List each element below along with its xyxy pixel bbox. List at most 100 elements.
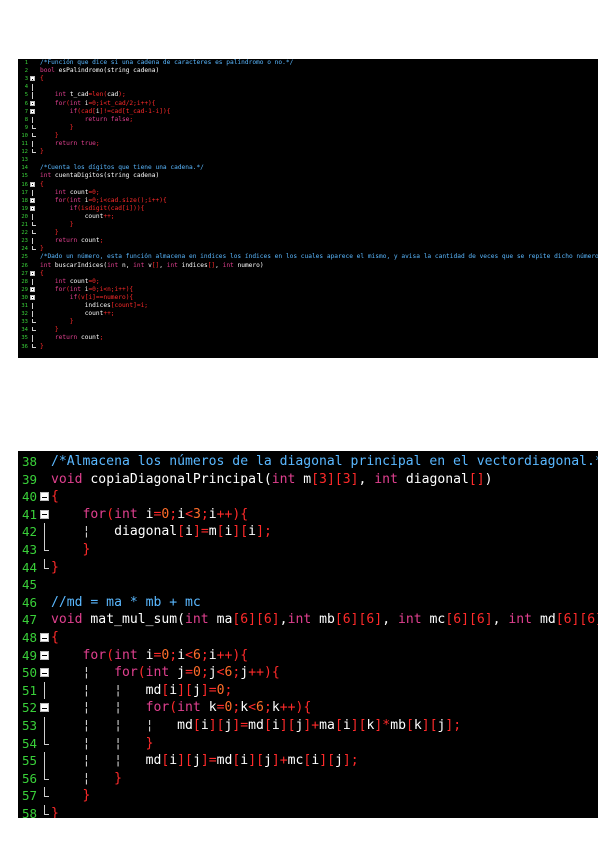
code-line[interactable]: 43 } <box>18 541 598 559</box>
code-line[interactable]: 23 return count; <box>18 238 598 245</box>
code-line[interactable]: 10 } <box>18 132 598 139</box>
code-line[interactable]: 27 { <box>18 270 598 277</box>
fold-toggle-icon[interactable] <box>40 509 49 519</box>
code-line[interactable]: 24} <box>18 246 598 253</box>
code-line[interactable]: 33 } <box>18 319 598 326</box>
code-line[interactable]: 36} <box>18 343 598 350</box>
fold-toggle-icon[interactable] <box>30 100 35 106</box>
code-line[interactable]: 49 for(int i=0;i<6;i++){ <box>18 647 598 665</box>
fold-toggle-icon[interactable] <box>40 650 49 660</box>
code-line[interactable]: 18 for(int i=0;i<cad.size();i++){ <box>18 196 598 204</box>
code-line[interactable]: 1 /*Función que dice si una cadena de car… <box>18 59 598 66</box>
code-line[interactable]: 6 for(int i=0;i<t_cad/2;i++){ <box>18 100 598 107</box>
code-line[interactable]: 21 } <box>18 221 598 228</box>
line-number: 53 <box>21 718 37 733</box>
code-editor-top[interactable]: 1 /*Función que dice si una cadena de car… <box>18 59 598 358</box>
code-line[interactable]: 38 /*Almacena los números de la diagonal … <box>18 453 598 471</box>
code-line[interactable]: 5 int t_cad=len(cad); <box>18 92 598 99</box>
code-line[interactable]: 3{ <box>18 76 598 83</box>
code-line[interactable]: 48 { <box>18 629 598 647</box>
code-token: j <box>192 753 201 769</box>
code-text: } <box>51 805 59 818</box>
code-token: k <box>240 700 249 716</box>
fold-toggle-icon[interactable] <box>30 108 35 114</box>
fold-toggle-icon[interactable] <box>40 703 49 713</box>
code-line[interactable]: 56 ¦ } <box>18 769 598 788</box>
code-line[interactable]: 19 if(isdigit(cad[i])){ <box>18 205 598 212</box>
code-token: ]= <box>200 682 217 698</box>
code-token: ¦ <box>51 665 115 681</box>
code-line[interactable]: 44} <box>18 558 598 577</box>
code-line[interactable]: 13 <box>18 157 598 163</box>
fold-toggle-icon[interactable] <box>30 294 35 300</box>
fold-guide-line <box>44 752 49 770</box>
code-token: = <box>185 665 193 681</box>
code-text: count++; <box>40 310 115 317</box>
code-line[interactable]: 57 } <box>18 787 598 805</box>
code-line[interactable]: 29 for(int i=0;i<n;i++){ <box>18 286 598 293</box>
code-editor-bottom[interactable]: 38 /*Almacena los números de la diagonal … <box>18 451 598 818</box>
fold-toggle-icon[interactable] <box>30 286 35 292</box>
code-token: ]+ <box>271 753 288 769</box>
code-token: int <box>40 188 70 196</box>
code-line[interactable]: 22 } <box>18 229 598 236</box>
code-line[interactable]: 15 int cuentaDigitos(string cadena) <box>18 173 598 180</box>
code-line[interactable]: 53 ¦ ¦ ¦ md[i][j]=md[i][j]+ma[i][k]*mb[k… <box>18 717 598 735</box>
code-line[interactable]: 45 <box>18 576 598 594</box>
fold-toggle-icon[interactable] <box>30 181 35 187</box>
fold-guide-line <box>44 734 49 745</box>
code-line[interactable]: 51 ¦ ¦ md[i][j]=0; <box>18 681 598 700</box>
code-line[interactable]: 58} <box>18 805 598 818</box>
code-line[interactable]: 7 if(cad[i]!=cad[t_cad-1-i]){ <box>18 108 598 115</box>
code-line[interactable]: 25 /*Dado un número, esta función almacen… <box>18 254 598 261</box>
code-line[interactable]: 28 int count=0; <box>18 278 598 285</box>
code-line[interactable]: 52 ¦ ¦ for(int k=0;k<6;k++){ <box>18 699 598 717</box>
code-line[interactable]: 9 } <box>18 124 598 131</box>
fold-toggle-icon[interactable] <box>30 270 35 276</box>
code-line[interactable]: 4 <box>18 84 598 91</box>
code-text: int t_cad=len(cad); <box>40 92 126 98</box>
code-token: } <box>51 542 91 557</box>
code-line[interactable]: 46 //md = ma * mb + mc <box>18 594 598 612</box>
code-token: int <box>222 261 238 269</box>
code-line[interactable]: 30 if(v[i]==numero){ <box>18 294 598 301</box>
code-token: i <box>208 647 217 663</box>
code-line[interactable]: 54 ¦ ¦ } <box>18 734 598 753</box>
code-token: i <box>177 506 186 522</box>
code-line[interactable]: 47 void mat_mul_sum(int ma[6][6],int mb[6… <box>18 611 598 629</box>
code-line[interactable]: 34 } <box>18 326 598 334</box>
code-token: [ <box>216 524 225 540</box>
line-number: 4 <box>24 84 28 91</box>
code-line[interactable]: 42 ¦ diagonal[i]=m[i][i]; <box>18 523 598 541</box>
code-line[interactable]: 41 for(int i=0;i<3;i++){ <box>18 506 598 524</box>
fold-toggle-icon[interactable] <box>40 633 49 642</box>
code-line[interactable]: 50 ¦ for(int j=0;j<6;j++){ <box>18 664 598 682</box>
fold-toggle-icon[interactable] <box>30 205 35 211</box>
code-line[interactable]: 31 indices[count]=i; <box>18 302 598 310</box>
code-line[interactable]: 32 count++; <box>18 310 598 318</box>
code-token: , <box>358 471 375 487</box>
code-line[interactable]: 16 { <box>18 181 598 188</box>
code-token: int <box>69 196 85 204</box>
code-line[interactable]: 40 { <box>18 488 598 506</box>
code-line[interactable]: 12} <box>18 148 598 155</box>
fold-toggle-icon[interactable] <box>40 668 49 678</box>
code-token: } <box>40 326 59 334</box>
code-line[interactable]: 39 void copiaDiagonalPrincipal(int m[3][3… <box>18 471 598 489</box>
code-line[interactable]: 14 /*Cuenta los dígitos que tiene una cad… <box>18 165 598 172</box>
code-line[interactable]: 26 int buscarIndices(int n, int v[], int … <box>18 261 598 269</box>
code-line[interactable]: 20 count++; <box>18 213 598 221</box>
fold-toggle-icon[interactable] <box>30 197 35 203</box>
code-line[interactable]: 8 return false; <box>18 116 598 123</box>
code-line[interactable]: 35 return count; <box>18 335 598 342</box>
code-line[interactable]: 55 ¦ ¦ md[i][j]=md[i][j]+mc[i][j]; <box>18 752 598 770</box>
code-line[interactable]: 17 int count=0; <box>18 188 598 196</box>
fold-toggle-icon[interactable] <box>30 76 35 82</box>
fold-toggle-icon[interactable] <box>40 492 49 502</box>
code-line[interactable]: 2 bool esPalindromo(string cadena) <box>18 67 598 74</box>
code-line[interactable]: 11 return true; <box>18 140 598 148</box>
line-number: 26 <box>21 262 28 269</box>
code-token: i <box>248 524 257 540</box>
code-token: md <box>539 612 556 628</box>
line-number: 49 <box>21 647 37 663</box>
